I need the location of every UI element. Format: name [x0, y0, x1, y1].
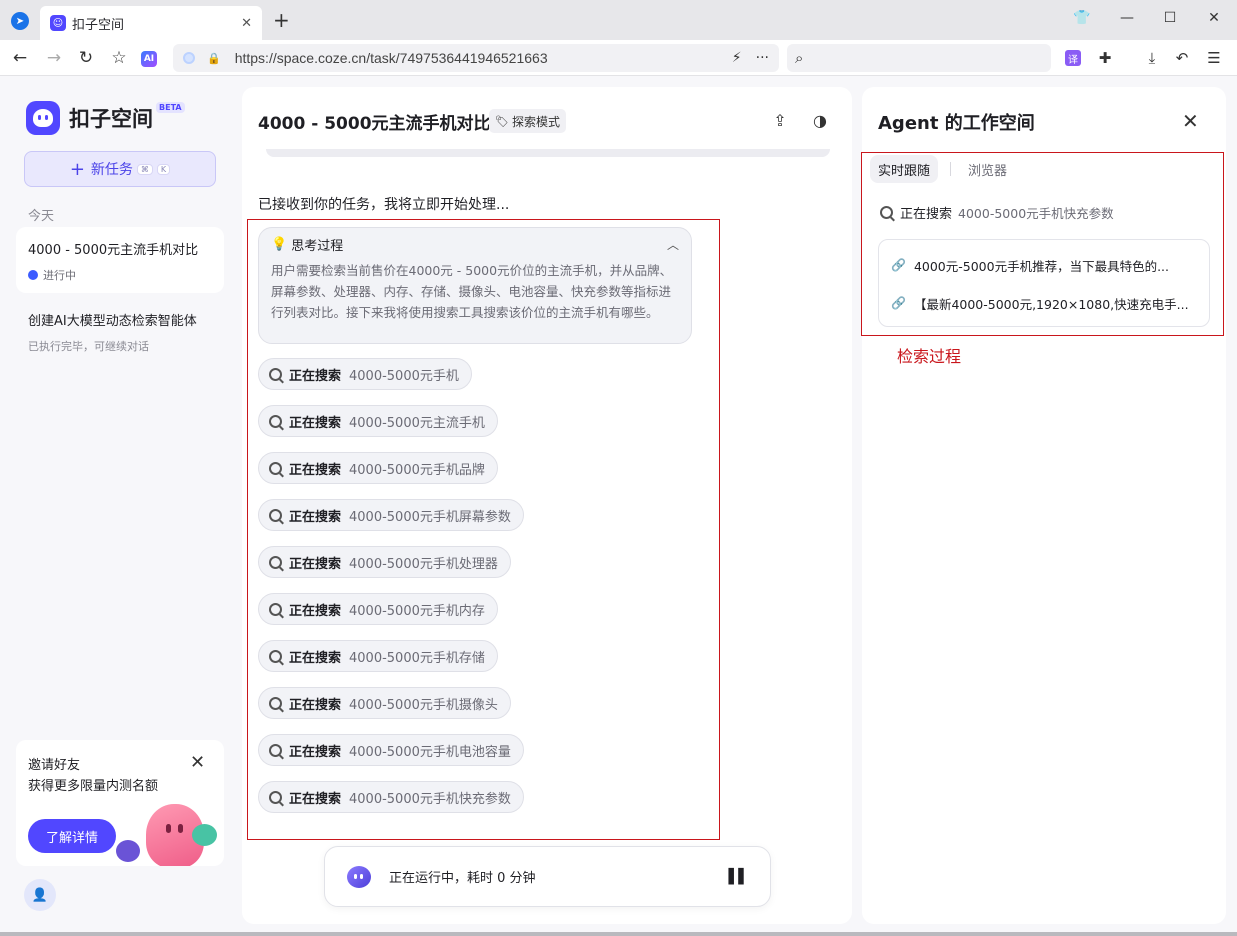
browser-tab[interactable]: ☺ 扣子空间 ✕	[40, 6, 262, 40]
received-message: 已接收到你的任务，我将立即开始处理...	[258, 197, 510, 213]
shirt-icon[interactable]: 👕	[1070, 6, 1094, 30]
annotation-box-right	[861, 152, 1224, 336]
pause-icon[interactable]: ▌▌	[728, 869, 749, 885]
coze-favicon-icon: ☺	[50, 15, 66, 31]
invite-title: 邀请好友	[28, 758, 81, 773]
extension-icon[interactable]: ✚	[1095, 48, 1115, 68]
browser-logo-icon[interactable]: ➤	[11, 12, 29, 30]
task-item-active[interactable]: 4000 - 5000元主流手机对比 进行中	[16, 227, 224, 293]
undo-icon[interactable]: ↶	[1172, 48, 1192, 68]
back-icon[interactable]: ←	[8, 46, 32, 70]
share-icon[interactable]: ⇪	[769, 109, 791, 131]
annotation-box-left	[247, 219, 720, 840]
url-field[interactable]: 🔒 https://space.coze.cn/task/74975364419…	[173, 44, 779, 72]
mode-badge[interactable]: 🏷 探索模式	[489, 109, 566, 133]
browser-address-bar: ← → ↻ ☆ AI 🔒 https://space.coze.cn/task/…	[0, 40, 1237, 76]
more-icon[interactable]: ···	[756, 50, 769, 66]
maximize-icon[interactable]: ☐	[1158, 6, 1182, 30]
lock-icon: 🔒	[207, 51, 221, 65]
running-status-bar: 正在运行中，耗时 0 分钟 ▌▌	[324, 846, 771, 907]
mascot-purple-image	[116, 840, 140, 862]
user-avatar-icon[interactable]: 👤	[24, 879, 56, 911]
invite-card: 邀请好友 获得更多限量内测名额 ✕ 了解详情	[16, 740, 224, 866]
ai-icon[interactable]: AI	[141, 51, 157, 67]
plus-icon: +	[69, 158, 85, 180]
task-title: 4000 - 5000元主流手机对比	[28, 243, 199, 258]
url-text[interactable]: https://space.coze.cn/task/7497536441946…	[235, 50, 718, 66]
forward-icon[interactable]: →	[42, 46, 66, 70]
task-item[interactable]: 创建AI大模型动态检索智能体 已执行完毕，可继续对话	[28, 310, 197, 354]
tag-icon: 🏷	[495, 114, 509, 128]
new-task-button[interactable]: + 新任务 ⌘ K	[24, 151, 216, 187]
tab-close-icon[interactable]: ✕	[241, 16, 252, 31]
new-task-label: 新任务	[90, 162, 133, 178]
minimize-icon[interactable]: —	[1115, 6, 1139, 30]
browser-search-field[interactable]: ⌕	[787, 44, 1051, 72]
download-icon[interactable]: ⤓	[1142, 48, 1162, 68]
search-icon: ⌕	[795, 49, 804, 67]
toggle-panel-icon[interactable]: ◑	[809, 109, 831, 131]
menu-icon[interactable]: ☰	[1204, 48, 1224, 68]
shortcut-key: K	[156, 163, 171, 175]
bookmark-icon[interactable]: ☆	[107, 46, 131, 70]
shortcut-mod: ⌘	[136, 163, 153, 175]
task-status-text: 已执行完毕，可继续对话	[28, 340, 149, 353]
previous-message-edge	[266, 149, 830, 157]
translate-icon[interactable]: 译	[1065, 50, 1081, 66]
page-title: 4000 - 5000元主流手机对比	[258, 114, 491, 134]
close-icon[interactable]: ✕	[1182, 109, 1199, 133]
browser-tab-bar: ➤ ☺ 扣子空间 ✕ + 👕 — ☐ ✕	[0, 0, 1237, 40]
mascot-green-image	[192, 824, 217, 846]
window-close-icon[interactable]: ✕	[1202, 6, 1226, 30]
invite-close-icon[interactable]: ✕	[190, 752, 205, 773]
annotation-label: 检索过程	[897, 347, 962, 366]
mode-label: 探索模式	[511, 114, 560, 129]
section-today: 今天	[28, 209, 55, 224]
task-title: 创建AI大模型动态检索智能体	[28, 314, 197, 329]
tab-title: 扣子空间	[72, 17, 125, 33]
status-dot-icon	[28, 270, 38, 280]
beta-badge: BETA	[156, 102, 185, 113]
new-tab-icon[interactable]: +	[273, 10, 290, 30]
workspace-title: Agent 的工作空间	[878, 113, 1035, 134]
site-info-icon[interactable]	[183, 52, 195, 64]
agent-mascot-icon	[347, 865, 371, 888]
reload-icon[interactable]: ↻	[74, 46, 98, 70]
task-status-text: 进行中	[43, 269, 76, 282]
window-bottom-edge	[0, 932, 1237, 936]
running-status-text: 正在运行中，耗时 0 分钟	[389, 871, 536, 886]
coze-logo-icon[interactable]	[26, 101, 60, 135]
learn-more-button[interactable]: 了解详情	[28, 819, 116, 853]
bolt-icon[interactable]: ⚡	[732, 50, 742, 66]
brand-name: 扣子空间	[69, 107, 153, 131]
sidebar: 扣子空间 BETA + 新任务 ⌘ K 今天 4000 - 5000元主流手机对…	[0, 77, 240, 936]
invite-subtitle: 获得更多限量内测名额	[28, 779, 159, 794]
task-status: 进行中	[28, 267, 212, 283]
